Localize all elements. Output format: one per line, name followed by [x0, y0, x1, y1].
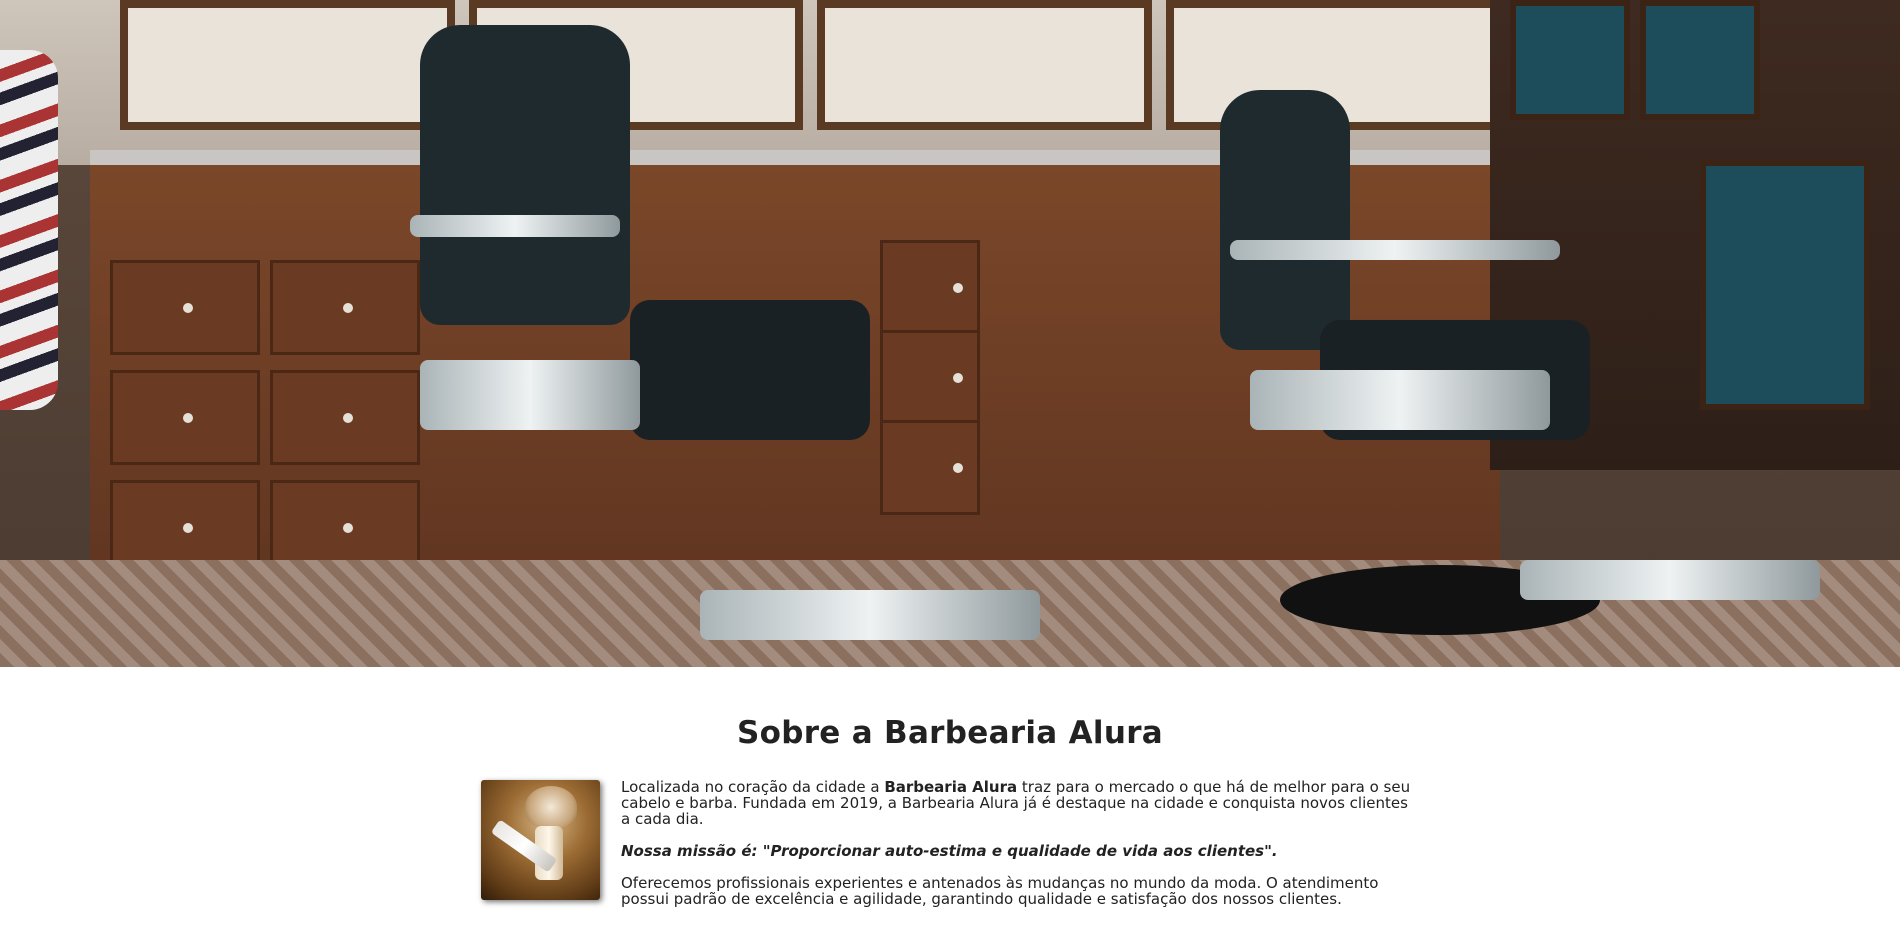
- hero-shelf-glass: [1700, 160, 1870, 410]
- about-title-rest: obre a Barbearia Alura: [759, 715, 1164, 751]
- about-intro-paragraph: Localizada no coração da cidade a Barbea…: [621, 779, 1421, 827]
- barber-chair-right-footrest: [1520, 560, 1820, 600]
- hero-drawer: [110, 370, 260, 465]
- barber-chair-right: [1220, 90, 1350, 350]
- hero-drawer: [880, 420, 980, 515]
- barber-chair-left-chrome: [420, 360, 640, 430]
- about-title-first-letter: S: [736, 715, 760, 751]
- about-section: Sobre a Barbearia Alura Localizada no co…: [480, 667, 1420, 936]
- barber-chair-left-footrest: [700, 590, 1040, 640]
- about-title: Sobre a Barbearia Alura: [480, 715, 1420, 751]
- hero-shelf-glass: [1510, 0, 1630, 120]
- barber-chair-right-chrome: [1250, 370, 1550, 430]
- hero-drawer: [270, 260, 420, 355]
- hero-mirror: [817, 0, 1152, 130]
- about-mission-paragraph: Nossa missão é: "Proporcionar auto-estim…: [621, 842, 1278, 860]
- shaving-brush-icon: [525, 786, 577, 828]
- barber-chair-left: [420, 25, 630, 325]
- hero-shelf-glass: [1640, 0, 1760, 120]
- barber-pole-icon: [0, 50, 58, 410]
- hero-drawer: [880, 330, 980, 425]
- hero-banner-image: [0, 0, 1900, 667]
- shaving-kit-image: [481, 780, 600, 900]
- about-text: Localizada no coração da cidade a Barbea…: [621, 779, 1421, 923]
- hero-mirror: [120, 0, 455, 130]
- about-services-paragraph: Oferecemos profissionais experientes e a…: [621, 874, 1379, 908]
- hero-drawer: [270, 370, 420, 465]
- barber-chair-left-arm: [410, 215, 620, 237]
- hero-drawer: [110, 260, 260, 355]
- hero-drawer: [880, 240, 980, 335]
- barber-chair-left-seat: [630, 300, 870, 440]
- barber-chair-right-arm: [1230, 240, 1560, 260]
